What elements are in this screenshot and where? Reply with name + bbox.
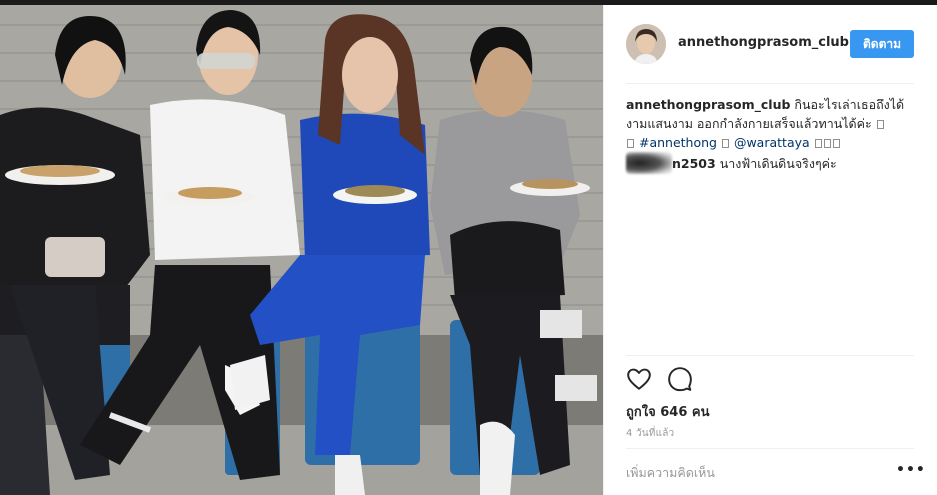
likes-count[interactable]: ถูกใจ 646 คน (626, 401, 709, 422)
caption-text-1: กินอะไรเล่าเธอถึงได้ (794, 97, 905, 112)
emoji-placeholder-icon (721, 139, 729, 148)
caption: annethongprasom_club กินอะไรเล่าเธอถึงได… (626, 95, 916, 152)
comment-divider (626, 448, 914, 449)
heart-icon[interactable] (626, 366, 652, 392)
avatar[interactable] (626, 24, 666, 64)
emoji-placeholder-icon (832, 139, 840, 148)
caption-text-2: งามแสนงาม ออกกำลังกายเสร็จแล้วทานได้ค่ะ (626, 116, 872, 131)
header-divider (626, 83, 914, 84)
redacted-username (626, 152, 672, 174)
comment-username[interactable]: n2503 (672, 156, 716, 171)
hashtag-link[interactable]: #annethong (639, 135, 717, 150)
post-header: annethongprasom_club ติดตาม (604, 5, 937, 83)
follow-button[interactable]: ติดตาม (850, 30, 914, 58)
emoji-placeholder-icon (823, 139, 831, 148)
photo-illustration (0, 5, 603, 495)
post-timestamp[interactable]: 4 วันที่แล้ว (626, 426, 674, 441)
username-link[interactable]: annethongprasom_club (678, 35, 849, 50)
post-side-panel: annethongprasom_club ติดตาม annethongpra… (603, 5, 937, 495)
comment: n2503 นางฟ้าเดินดินจริงๆค่ะ (626, 152, 916, 174)
more-options-icon[interactable]: ••• (896, 462, 926, 478)
mention-link[interactable]: @warattaya (734, 135, 810, 150)
add-comment-input[interactable]: เพิ่มความคิดเห็น (626, 463, 715, 483)
caption-username[interactable]: annethongprasom_club (626, 97, 790, 112)
actions-divider (626, 355, 914, 356)
emoji-placeholder-icon (814, 139, 822, 148)
emoji-placeholder-icon (627, 139, 634, 148)
post-photo[interactable] (0, 5, 603, 495)
emoji-placeholder-icon (876, 120, 884, 129)
comments-section: annethongprasom_club กินอะไรเล่าเธอถึงได… (626, 95, 916, 174)
comment-bubble-icon[interactable] (667, 366, 693, 392)
comment-text: นางฟ้าเดินดินจริงๆค่ะ (719, 156, 837, 171)
avatar-image (626, 24, 666, 64)
